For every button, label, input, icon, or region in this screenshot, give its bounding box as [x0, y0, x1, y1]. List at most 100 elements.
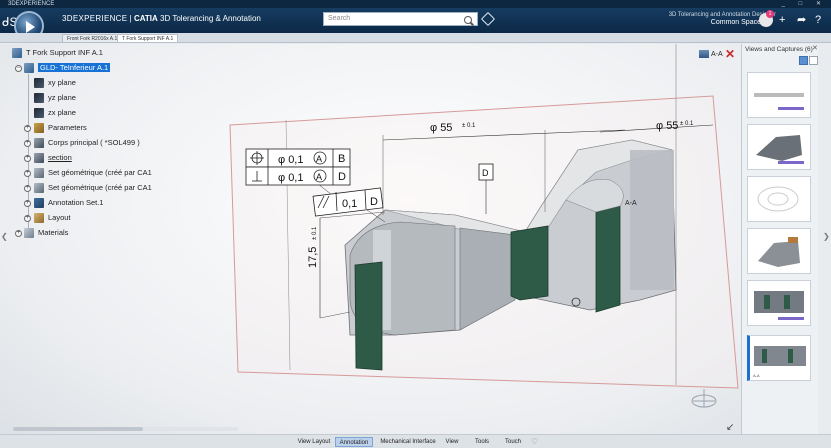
dim-height-tol: ± 0.1	[312, 226, 318, 240]
expand-toggle[interactable]: +	[24, 140, 31, 147]
capture-thumbnail[interactable]	[747, 228, 811, 274]
grid-view-icon[interactable]	[799, 56, 808, 65]
action-bar: View Layout Annotation Mechanical Interf…	[0, 434, 831, 448]
window-controls[interactable]: _ □ ✕	[782, 0, 827, 8]
views-captures-panel: Views and Captures (6) ✕ A-A	[741, 44, 818, 434]
catia-window: 3DEXPERIENCE _ □ ✕ ᑯS 3DEXPERIENCE | CAT…	[0, 0, 831, 448]
plane-icon	[34, 93, 44, 104]
search-input[interactable]: Search	[323, 12, 478, 26]
section-view-icon	[699, 50, 709, 58]
tree-item-annotation-set[interactable]: Annotation Set.1	[34, 197, 103, 209]
brand-catia: CATIA	[133, 14, 158, 23]
tree-item-geometric-set-1[interactable]: Set géométrique (créé par CA1	[34, 167, 152, 179]
capture-thumbnail[interactable]	[747, 72, 811, 118]
expand-toggle[interactable]: +	[24, 200, 31, 207]
body-icon	[34, 153, 44, 164]
dim-diameter-1-tol: ± 0.1	[462, 123, 476, 129]
product-icon	[12, 48, 22, 59]
app-title: 3DEXPERIENCE | CATIA 3D Tolerancing & An…	[62, 14, 261, 23]
geometric-set-icon	[34, 168, 44, 179]
fcf2-modifier: A	[316, 172, 322, 182]
dim-diameter-1[interactable]: φ 55	[430, 122, 452, 134]
dim-height[interactable]: 17,5	[307, 247, 319, 268]
brand-module: 3D Tolerancing & Annotation	[160, 14, 261, 23]
materials-icon	[24, 228, 34, 239]
capture-thumbnail[interactable]	[747, 176, 811, 222]
tab-t-fork-support[interactable]: T Fork Support INF A.1	[117, 34, 179, 43]
parallel-datum: D	[370, 196, 378, 208]
close-section-icon[interactable]: ✕	[725, 47, 735, 61]
tab-touch[interactable]: Touch	[500, 437, 526, 447]
fcf1-value: φ 0,1	[278, 154, 303, 166]
plane-icon	[34, 78, 44, 89]
dim-diameter-2-tol: ± 0.1	[680, 121, 694, 127]
collapse-toggle[interactable]: −	[15, 65, 22, 72]
tree-item-zx-plane[interactable]: zx plane	[34, 107, 76, 119]
help-icon[interactable]: ?	[815, 13, 821, 27]
annotation-set-icon	[34, 198, 44, 209]
specification-tree: T Fork Support INF A.1 − GLD- TeInferieu…	[8, 44, 238, 244]
panel-close-icon[interactable]: ✕	[812, 44, 818, 52]
favorite-icon[interactable]: ♡	[531, 437, 538, 446]
datum-label: D	[482, 168, 489, 178]
expand-toggle[interactable]: +	[24, 185, 31, 192]
fcf1-modifier: A	[316, 154, 322, 164]
view-compass-icon[interactable]	[690, 385, 718, 413]
tree-item-xy-plane[interactable]: xy plane	[34, 77, 76, 89]
share-icon[interactable]: ➦	[797, 13, 806, 27]
capture-thumbnail[interactable]	[747, 280, 811, 326]
section-face-3	[595, 205, 621, 313]
tree-root[interactable]: T Fork Support INF A.1	[12, 47, 103, 59]
plane-icon	[34, 108, 44, 119]
os-title: 3DEXPERIENCE	[8, 1, 55, 7]
expand-toggle[interactable]: +	[24, 170, 31, 177]
tab-view[interactable]: View	[440, 437, 464, 447]
parameters-icon	[34, 123, 44, 134]
tree-item-part[interactable]: GLD- TeInferieur A.1	[24, 62, 111, 74]
list-view-icon[interactable]	[809, 56, 818, 65]
document-tabs: Front Fork R2016x A.1 T Fork Support INF…	[0, 33, 831, 43]
capture-thumbnail-active[interactable]: A-A	[747, 335, 811, 381]
body-icon	[34, 138, 44, 149]
section-face-2	[510, 225, 549, 301]
pointer-tool-icon[interactable]: ↙	[726, 422, 734, 433]
geometric-set-icon	[34, 183, 44, 194]
tree-scrollbar-thumb[interactable]	[13, 427, 143, 431]
tab-view-layout[interactable]: View Layout	[296, 437, 332, 447]
part-right-block	[630, 150, 674, 290]
tab-annotation[interactable]: Annotation	[335, 437, 373, 447]
top-bar: ᑯS 3DEXPERIENCE | CATIA 3D Tolerancing &…	[0, 8, 831, 41]
expand-toggle[interactable]: +	[24, 215, 31, 222]
collab-space[interactable]: Common Space	[711, 19, 761, 26]
layout-icon	[34, 213, 44, 224]
parallel-value: 0,1	[342, 198, 357, 210]
capture-thumbnail[interactable]	[747, 124, 811, 170]
views-panel-title: Views and Captures (6)	[745, 46, 813, 53]
tree-item-section[interactable]: section	[34, 152, 72, 164]
fcf1-datum: B	[338, 153, 345, 165]
tree-item-layout[interactable]: Layout	[34, 212, 71, 224]
expand-toggle[interactable]: +	[24, 155, 31, 162]
chevron-left-icon[interactable]: ❮	[1, 232, 8, 241]
notification-badge[interactable]: 1	[766, 10, 774, 18]
search-icon[interactable]	[464, 16, 472, 24]
section-label: A-A	[625, 200, 637, 207]
tree-item-main-body[interactable]: Corps principal ( *SOL499 )	[34, 137, 140, 149]
tab-tools[interactable]: Tools	[469, 437, 495, 447]
section-face-1	[354, 261, 383, 371]
brand-3dexperience: 3DEXPERIENCE	[62, 14, 128, 23]
tree-item-yz-plane[interactable]: yz plane	[34, 92, 76, 104]
tree-item-geometric-set-2[interactable]: Set géométrique (créé par CA1	[34, 182, 152, 194]
expand-toggle[interactable]: +	[15, 230, 22, 237]
tree-item-materials[interactable]: Materials	[24, 227, 68, 239]
tab-mechanical-interface[interactable]: Mechanical Interface	[378, 437, 438, 447]
plus-icon[interactable]: +	[779, 13, 785, 27]
part-icon	[24, 63, 34, 74]
tab-front-fork[interactable]: Front Fork R2016x A.1	[62, 34, 123, 43]
tree-item-parameters[interactable]: Parameters	[34, 122, 87, 134]
expand-toggle[interactable]: +	[24, 125, 31, 132]
tag-icon[interactable]	[480, 11, 496, 27]
chevron-right-icon[interactable]: ❯	[823, 232, 830, 241]
fcf2-datum: D	[338, 171, 346, 183]
dim-diameter-2[interactable]: φ 55	[656, 120, 678, 132]
